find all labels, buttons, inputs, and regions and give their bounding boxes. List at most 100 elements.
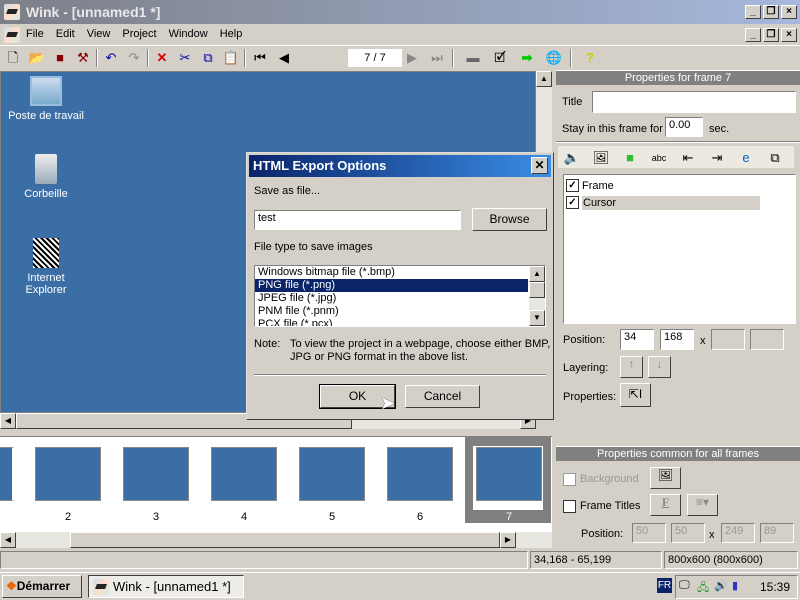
wink-tray-icon[interactable]: 🖵 — [679, 579, 690, 592]
checkbox-checked[interactable]: ✓ — [566, 179, 579, 192]
volume-icon[interactable]: 🔊 — [714, 579, 728, 592]
filmstrip-scrollbar[interactable]: ◀ ▶ — [0, 532, 552, 548]
cursor-properties-button[interactable]: ⇱I — [620, 383, 651, 407]
frame-thumbnail-5[interactable] — [297, 445, 367, 503]
frame-title-input[interactable] — [592, 91, 796, 113]
layer-up-button[interactable]: ↑ — [620, 356, 643, 378]
minimize-button[interactable]: _ — [745, 5, 761, 19]
title-pos-y-input[interactable]: 50 — [671, 523, 705, 543]
last-frame-icon[interactable]: ⏭ — [427, 48, 447, 68]
undo-icon[interactable]: ↶ — [101, 48, 121, 68]
frame-titles-checkbox[interactable] — [563, 500, 576, 513]
mdi-close-button[interactable]: × — [781, 28, 797, 42]
scroll-up-button[interactable]: ▲ — [536, 71, 552, 87]
clock: 15:39 — [760, 580, 791, 594]
frame-counter[interactable]: 7 / 7 — [348, 49, 402, 67]
network-icon[interactable]: 🖧 — [697, 579, 709, 598]
language-indicator[interactable]: FR — [657, 578, 672, 593]
title-height-input[interactable]: 89 — [760, 523, 794, 543]
cut-icon[interactable]: ✂ — [175, 48, 195, 68]
object-item-frame[interactable]: ✓ Frame — [566, 177, 793, 194]
new-icon[interactable]: 🗋 — [3, 48, 23, 68]
position-y-input[interactable]: 168 — [660, 329, 694, 350]
prev-frame-icon[interactable]: ◀ — [274, 48, 294, 68]
frame-thumbnail-3[interactable] — [121, 445, 191, 503]
delete-icon[interactable]: ✕ — [152, 48, 172, 68]
add-shape-icon[interactable]: ■ — [620, 148, 640, 168]
frame-thumbnail-7[interactable] — [476, 447, 542, 501]
copy-icon[interactable]: ⧉ — [198, 48, 218, 68]
menu-edit[interactable]: Edit — [50, 24, 81, 44]
screen-icon[interactable]: ▬ — [463, 48, 483, 68]
background-checkbox[interactable] — [563, 473, 576, 486]
mdi-minimize-button[interactable]: _ — [745, 28, 761, 42]
redo-icon[interactable]: ↷ — [124, 48, 144, 68]
battery-icon[interactable]: ▮ — [732, 579, 738, 592]
checkbox-checked[interactable]: ✓ — [566, 196, 579, 209]
object-item-cursor[interactable]: ✓ Cursor — [566, 194, 793, 211]
menu-help[interactable]: Help — [214, 24, 249, 44]
filetype-option[interactable]: PCX file (*.pcx) — [255, 318, 528, 326]
alignment-dropdown[interactable]: ≡▾ — [687, 494, 718, 516]
frame-thumbnail-1[interactable] — [0, 447, 14, 501]
filetype-listbox[interactable]: Windows bitmap file (*.bmp) PNG file (*.… — [254, 265, 546, 327]
scroll-right-button[interactable]: ▶ — [500, 532, 516, 548]
next-frame-icon[interactable]: ▶ — [402, 48, 422, 68]
open-icon[interactable]: 📂 — [27, 48, 47, 68]
height-input[interactable] — [750, 329, 784, 350]
width-input[interactable] — [711, 329, 745, 350]
stay-duration-input[interactable]: 0.00 — [665, 117, 703, 137]
cancel-button[interactable]: Cancel — [405, 385, 480, 408]
menu-view[interactable]: View — [81, 24, 117, 44]
add-textbox-icon[interactable]: abc — [649, 148, 669, 168]
position-x-input[interactable]: 34 — [620, 329, 654, 350]
browser-preview-icon[interactable]: 🌐 — [544, 48, 564, 68]
menu-project[interactable]: Project — [116, 24, 162, 44]
menu-file[interactable]: File — [20, 24, 50, 44]
add-link-button-icon[interactable]: e — [736, 148, 756, 168]
maximize-button[interactable]: ❐ — [763, 5, 779, 19]
start-button[interactable]: ❖Démarrer — [2, 575, 82, 598]
scroll-left-button[interactable]: ◀ — [0, 532, 16, 548]
taskbar-wink-button[interactable]: Wink - [unnamed1 *] — [88, 575, 244, 598]
browse-button[interactable]: Browse — [472, 208, 547, 231]
frame-thumbnail-6[interactable] — [385, 445, 455, 503]
list-scroll-thumb[interactable] — [529, 282, 545, 298]
properties-label: Properties: — [563, 391, 617, 403]
export-arrow-icon[interactable]: ➡ — [517, 48, 537, 68]
filetype-option-selected[interactable]: PNG file (*.png) — [255, 279, 528, 292]
filename-input[interactable]: test — [254, 210, 461, 230]
help-icon[interactable]: ? — [580, 48, 600, 68]
close-button[interactable]: × — [781, 5, 797, 19]
save-icon[interactable]: ■ — [50, 48, 70, 68]
add-jump-button-icon[interactable]: ⧉ — [765, 148, 785, 168]
menu-window[interactable]: Window — [163, 24, 214, 44]
paste-icon[interactable]: 📋 — [221, 48, 241, 68]
add-image-icon[interactable]: 🖼 — [591, 148, 611, 168]
dialog-close-button[interactable]: ✕ — [531, 157, 548, 174]
layer-down-button[interactable]: ↓ — [648, 356, 671, 378]
add-back-button-icon[interactable]: ⇤ — [678, 148, 698, 168]
font-button[interactable]: F — [650, 494, 681, 516]
object-list[interactable]: ✓ Frame ✓ Cursor — [563, 174, 796, 324]
document-icon[interactable] — [4, 27, 20, 43]
render-hammer-icon[interactable]: ⚒ — [73, 48, 93, 68]
mdi-restore-button[interactable]: ❐ — [763, 28, 779, 42]
filetype-option[interactable]: PNM file (*.pnm) — [255, 305, 528, 318]
background-image-button[interactable]: 🖼 — [650, 467, 681, 489]
first-frame-icon[interactable]: ⏮ — [250, 48, 270, 68]
list-scroll-down[interactable]: ▼ — [529, 310, 545, 326]
title-pos-x-input[interactable]: 50 — [632, 523, 666, 543]
check-page-icon[interactable]: 🗹 — [490, 48, 510, 68]
scroll-left-button[interactable]: ◀ — [0, 413, 16, 429]
list-scroll-up[interactable]: ▲ — [529, 266, 545, 282]
add-sound-icon[interactable]: 🔈 — [562, 148, 582, 168]
frame-thumbnail-2[interactable] — [33, 445, 103, 503]
title-width-input[interactable]: 249 — [721, 523, 755, 543]
add-next-button-icon[interactable]: ⇥ — [707, 148, 727, 168]
filetype-option[interactable]: JPEG file (*.jpg) — [255, 292, 528, 305]
filetype-option[interactable]: Windows bitmap file (*.bmp) — [255, 266, 528, 279]
frame-thumbnail-4[interactable] — [209, 445, 279, 503]
scroll-thumb[interactable] — [70, 532, 500, 548]
listbox-scrollbar[interactable]: ▲ ▼ — [529, 266, 545, 326]
